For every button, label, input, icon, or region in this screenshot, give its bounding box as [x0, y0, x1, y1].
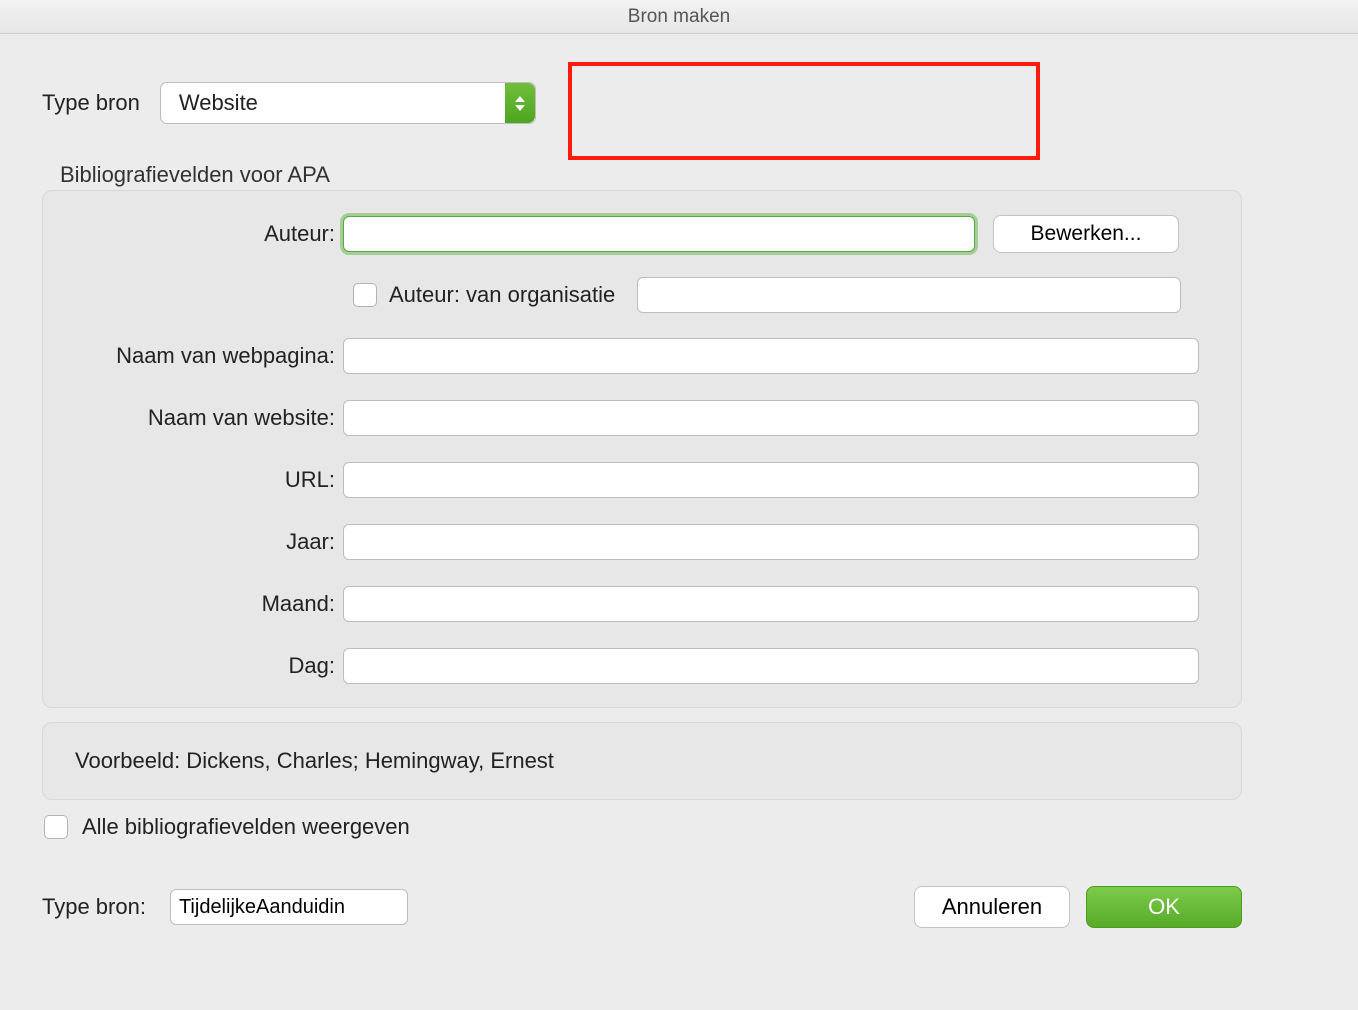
- dialog-title: Bron maken: [0, 0, 1358, 34]
- url-row: URL:: [43, 461, 1241, 499]
- source-type-dropdown[interactable]: Website: [160, 82, 536, 124]
- dialog-bottom-row: Type bron: Annuleren OK: [42, 886, 1242, 928]
- tag-name-label: Type bron:: [42, 894, 146, 920]
- year-input[interactable]: [343, 524, 1199, 560]
- dropdown-stepper-icon: [505, 83, 535, 123]
- month-row: Maand:: [43, 585, 1241, 623]
- day-row: Dag:: [43, 647, 1241, 685]
- author-label: Auteur:: [43, 221, 343, 247]
- org-author-input[interactable]: [637, 277, 1181, 313]
- month-label: Maand:: [43, 591, 343, 617]
- webpage-name-input[interactable]: [343, 338, 1199, 374]
- chevron-up-icon: [515, 96, 525, 102]
- example-panel: Voorbeeld: Dickens, Charles; Hemingway, …: [42, 722, 1242, 800]
- org-author-row: Auteur: van organisatie: [353, 277, 1241, 313]
- source-type-value: Website: [179, 90, 258, 116]
- url-input[interactable]: [343, 462, 1199, 498]
- example-text: Voorbeeld: Dickens, Charles; Hemingway, …: [75, 748, 554, 774]
- ok-button[interactable]: OK: [1086, 886, 1242, 928]
- author-input[interactable]: [343, 216, 975, 252]
- highlight-annotation-box: [568, 62, 1040, 160]
- source-type-row: Type bron Website: [42, 82, 536, 124]
- website-name-input[interactable]: [343, 400, 1199, 436]
- year-label: Jaar:: [43, 529, 343, 555]
- website-name-label: Naam van website:: [43, 405, 343, 431]
- url-label: URL:: [43, 467, 343, 493]
- bibliography-fields-group: Auteur: Bewerken... Auteur: van organisa…: [42, 190, 1242, 708]
- webpage-name-row: Naam van webpagina:: [43, 337, 1241, 375]
- edit-author-button[interactable]: Bewerken...: [993, 215, 1179, 253]
- org-author-checkbox[interactable]: [353, 283, 377, 307]
- create-source-dialog: Bron maken Type bron Website Bibliografi…: [0, 0, 1358, 1010]
- website-name-row: Naam van website:: [43, 399, 1241, 437]
- day-input[interactable]: [343, 648, 1199, 684]
- tag-name-input[interactable]: [170, 889, 408, 925]
- day-label: Dag:: [43, 653, 343, 679]
- webpage-name-label: Naam van webpagina:: [43, 343, 343, 369]
- author-row: Auteur: Bewerken...: [43, 215, 1241, 253]
- show-all-fields-label: Alle bibliografievelden weergeven: [82, 814, 410, 840]
- show-all-fields-checkbox[interactable]: [44, 815, 68, 839]
- cancel-button[interactable]: Annuleren: [914, 886, 1070, 928]
- fieldset-legend: Bibliografievelden voor APA: [60, 162, 330, 188]
- org-author-label: Auteur: van organisatie: [389, 282, 615, 308]
- year-row: Jaar:: [43, 523, 1241, 561]
- month-input[interactable]: [343, 586, 1199, 622]
- show-all-fields-row: Alle bibliografievelden weergeven: [44, 814, 410, 840]
- source-type-label: Type bron: [42, 90, 140, 116]
- chevron-down-icon: [515, 105, 525, 111]
